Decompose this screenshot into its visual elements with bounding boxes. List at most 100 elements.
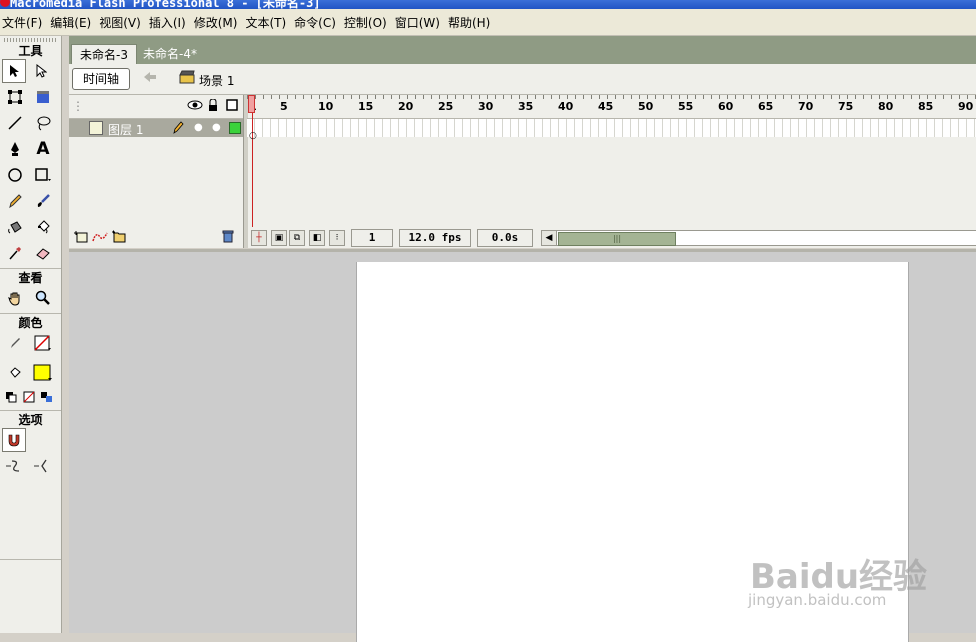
panel-grip-icon[interactable]: ⋮: [72, 99, 84, 113]
timeline-toggle-button[interactable]: 时间轴: [72, 68, 130, 90]
ruler-label: 90: [958, 100, 974, 113]
frame-area: 1 5 10 15 20 25 30 35 40 45 50 55 60 65 …: [247, 95, 976, 248]
ruler-label: 30: [478, 100, 494, 113]
panel-grip[interactable]: [4, 38, 57, 42]
ruler-label: 25: [438, 100, 454, 113]
timeline-status-bar: ┼ ▣ ⧉ ◧ ⁝ 1 12.0 fps 0.0s ◀ |||: [247, 227, 976, 247]
timeline-horizontal-scrollbar[interactable]: ◀ |||: [541, 230, 976, 246]
no-color-icon[interactable]: [20, 385, 38, 409]
ruler-label: 50: [638, 100, 654, 113]
layer-outline-color-icon[interactable]: [229, 122, 241, 134]
title-bar: Macromedia Flash Professional 8 - [未命名-3…: [0, 0, 976, 9]
zoom-tool-icon[interactable]: [30, 286, 56, 310]
ruler-label: 60: [718, 100, 734, 113]
menu-control[interactable]: 控制(O): [342, 14, 393, 31]
watermark-url: jingyan.baidu.com: [748, 591, 887, 609]
layer-name[interactable]: 图层 1: [108, 121, 143, 138]
black-white-icon[interactable]: [2, 385, 20, 409]
ruler-label: 20: [398, 100, 414, 113]
baidu-jingyan-watermark: Baidu经验 jingyan.baidu.com: [746, 545, 976, 633]
ruler-label: 35: [518, 100, 534, 113]
menu-insert[interactable]: 插入(I): [147, 14, 192, 31]
eraser-tool-icon[interactable]: [30, 241, 56, 265]
menu-commands[interactable]: 命令(C): [292, 14, 342, 31]
color-section-title: 颜色: [18, 316, 43, 330]
edit-bar: 时间轴 场景 1: [69, 64, 976, 95]
subselection-tool-icon[interactable]: [28, 59, 54, 83]
smooth-option-icon[interactable]: [2, 454, 28, 478]
options-section-title: 选项: [18, 413, 43, 427]
swap-colors-icon[interactable]: [38, 385, 56, 409]
menu-window[interactable]: 窗口(W): [393, 14, 446, 31]
layer-lock-dot[interactable]: ●: [212, 122, 221, 133]
fill-color-bucket-icon: [2, 361, 28, 385]
show-hide-eye-icon[interactable]: [187, 99, 203, 114]
ruler-label: 80: [878, 100, 894, 113]
layer-type-icon: [89, 121, 103, 135]
view-section-title: 查看: [18, 271, 43, 285]
edit-multiple-frames-icon[interactable]: ◧: [309, 230, 325, 246]
scroll-left-arrow-icon[interactable]: ◀: [542, 231, 557, 245]
menu-view[interactable]: 视图(V): [97, 14, 147, 31]
lock-icon[interactable]: [208, 98, 218, 115]
menu-modify[interactable]: 修改(M): [192, 14, 244, 31]
onion-skin-outlines-icon[interactable]: ⧉: [289, 230, 305, 246]
doc-tab-untitled-3[interactable]: 未命名-3: [71, 44, 137, 65]
fill-color-swatch[interactable]: [30, 361, 56, 385]
layer-row[interactable]: 图层 1 ● ●: [69, 119, 243, 137]
delete-layer-trash-icon[interactable]: [221, 229, 235, 246]
modify-onion-markers-icon[interactable]: ⁝: [329, 230, 345, 246]
scene-label[interactable]: 场景 1: [199, 72, 234, 89]
scene-clapper-icon: [179, 70, 195, 88]
lasso-tool-icon[interactable]: [30, 111, 56, 135]
gradient-transform-tool-icon[interactable]: [30, 85, 56, 109]
outline-square-icon[interactable]: [226, 99, 238, 114]
add-motion-guide-icon[interactable]: [91, 229, 109, 246]
hand-tool-icon[interactable]: [2, 286, 28, 310]
keyframe-empty-icon[interactable]: ○: [249, 131, 257, 141]
eyedropper-tool-icon[interactable]: [2, 241, 28, 265]
paint-bucket-tool-icon[interactable]: [30, 215, 56, 239]
flash-app-icon: [0, 0, 10, 7]
doc-tab-untitled-4[interactable]: 未命名-4*: [135, 44, 205, 64]
menu-edit[interactable]: 编辑(E): [48, 14, 97, 31]
line-tool-icon[interactable]: [2, 111, 28, 135]
ruler-label: 70: [798, 100, 814, 113]
layer-edit-pencil-icon: [172, 120, 184, 137]
oval-tool-icon[interactable]: [2, 163, 28, 187]
stroke-color-pencil-icon: [2, 331, 28, 355]
free-transform-tool-icon[interactable]: [2, 85, 28, 109]
scrollbar-thumb[interactable]: |||: [558, 232, 676, 246]
frame-ruler[interactable]: 1 5 10 15 20 25 30 35 40 45 50 55 60 65 …: [247, 95, 976, 119]
insert-folder-icon[interactable]: [111, 229, 127, 246]
menu-file[interactable]: 文件(F): [0, 14, 48, 31]
straighten-option-icon[interactable]: [30, 454, 56, 478]
brush-tool-icon[interactable]: [30, 189, 56, 213]
playhead-marker[interactable]: [248, 95, 255, 113]
stroke-color-swatch[interactable]: [30, 331, 56, 355]
layer-controls: [69, 227, 243, 247]
ruler-label: 85: [918, 100, 934, 113]
timeline-panel: ⋮ 图层 1 ● ● 5 10 15 20 25 30 35 40 45 50 …: [69, 95, 976, 248]
menu-text[interactable]: 文本(T): [243, 14, 292, 31]
layer-header: ⋮: [69, 95, 243, 119]
frame-rate-display[interactable]: 12.0 fps: [399, 229, 471, 247]
menu-help[interactable]: 帮助(H): [446, 14, 496, 31]
rectangle-tool-icon[interactable]: [30, 163, 56, 187]
layer-visible-dot[interactable]: ●: [194, 122, 203, 133]
current-frame-display: 1: [351, 229, 393, 247]
frame-row[interactable]: [247, 119, 976, 137]
onion-skin-icon[interactable]: ▣: [271, 230, 287, 246]
window-title: Macromedia Flash Professional 8 - [未命名-3…: [10, 0, 321, 9]
back-arrow-icon[interactable]: [142, 70, 162, 88]
pen-tool-icon[interactable]: [2, 137, 28, 161]
selection-tool-icon[interactable]: [2, 59, 26, 83]
text-tool-icon[interactable]: A: [30, 137, 56, 161]
pencil-tool-icon[interactable]: [2, 189, 28, 213]
menu-bar: 文件(F) 编辑(E) 视图(V) 插入(I) 修改(M) 文本(T) 命令(C…: [0, 9, 976, 36]
center-frame-icon[interactable]: ┼: [251, 230, 267, 246]
snap-magnet-icon[interactable]: [2, 428, 26, 452]
ruler-label: 55: [678, 100, 694, 113]
insert-layer-icon[interactable]: [73, 229, 89, 246]
ink-bottle-tool-icon[interactable]: [2, 215, 28, 239]
